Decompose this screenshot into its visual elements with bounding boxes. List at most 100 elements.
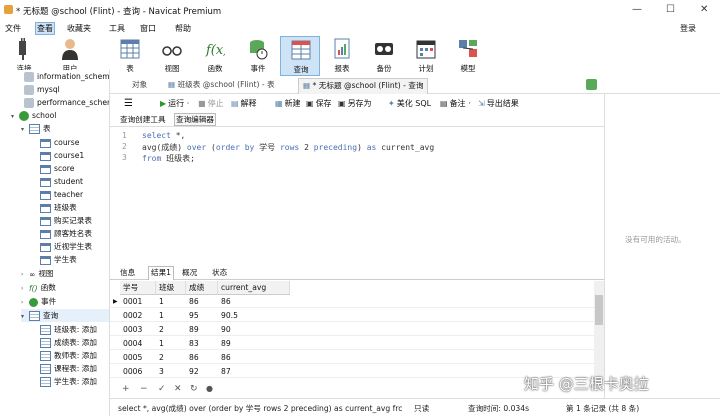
table-row[interactable]: 0003 2 89 90 bbox=[110, 323, 594, 336]
tree-item-query[interactable]: 成绩表: 添加 bbox=[40, 336, 97, 349]
tree-item-tables[interactable]: ▾ 表 bbox=[21, 122, 51, 135]
tree-item-table[interactable]: teacher bbox=[40, 188, 83, 201]
tree-item-query[interactable]: 教师表: 添加 bbox=[40, 349, 97, 362]
column-header[interactable]: 学号 bbox=[120, 281, 156, 295]
tab-untitled-query[interactable]: ▦ * 无标题 @school (Flint) - 查询 bbox=[298, 78, 429, 94]
tree-item-school[interactable]: ▾ school bbox=[11, 109, 56, 122]
table-cell[interactable]: 0006 bbox=[120, 365, 142, 378]
table-cell[interactable]: 0001 bbox=[120, 295, 142, 308]
tree-item-table[interactable]: 顾客姓名表 bbox=[40, 227, 92, 240]
scrollbar-thumb[interactable] bbox=[595, 295, 603, 325]
column-header[interactable]: 班级 bbox=[156, 281, 186, 295]
column-header[interactable]: 成绩 bbox=[186, 281, 218, 295]
table-cell[interactable]: 83 bbox=[186, 337, 199, 350]
maximize-button[interactable]: ☐ bbox=[666, 4, 675, 15]
tree-item-events[interactable]: › 事件 bbox=[21, 295, 56, 308]
save-button[interactable]: ▣ 保存 bbox=[306, 97, 332, 110]
result-grid[interactable]: 学号 班级 成绩 current_avg ▶ 0001 1 86 86 0002… bbox=[110, 281, 594, 381]
toolbar-report-button[interactable]: 报表 bbox=[322, 36, 362, 76]
tree-item-table[interactable]: course bbox=[40, 136, 79, 149]
table-cell[interactable]: 89 bbox=[186, 323, 199, 336]
tree-item-views[interactable]: › ∞ 视图 bbox=[21, 267, 54, 280]
refresh-icon[interactable]: ↻ bbox=[190, 384, 198, 394]
table-cell[interactable]: 0004 bbox=[120, 337, 142, 350]
table-cell[interactable]: 86 bbox=[186, 351, 199, 364]
sql-editor[interactable]: 1 select *, 2 avg(成绩) over (order by 学号 … bbox=[110, 126, 604, 262]
table-cell[interactable]: 92 bbox=[186, 365, 199, 378]
table-cell[interactable]: 86 bbox=[186, 295, 199, 308]
table-row[interactable]: 0006 3 92 87 bbox=[110, 365, 594, 378]
expand-icon[interactable]: › bbox=[21, 296, 29, 309]
menu-hamburger-icon[interactable]: ☰ bbox=[124, 97, 133, 110]
tree-item-table[interactable]: student bbox=[40, 175, 83, 188]
tree-item-query[interactable]: 课程表: 添加 bbox=[40, 362, 97, 375]
tab-objects[interactable]: 对象 bbox=[128, 78, 151, 94]
expand-icon[interactable]: › bbox=[21, 268, 29, 281]
table-cell[interactable]: 86 bbox=[218, 295, 231, 308]
toolbar-view-button[interactable]: 视图 bbox=[152, 36, 192, 76]
tree-item-table[interactable]: 购买记录表 bbox=[40, 214, 92, 227]
table-row[interactable]: 0004 1 83 89 bbox=[110, 337, 594, 350]
tree-item-table[interactable]: 班级表 bbox=[40, 201, 77, 214]
table-cell[interactable]: 1 bbox=[156, 337, 164, 350]
tree-item-query[interactable]: 学生表: 添加 bbox=[40, 375, 97, 388]
toolbar-event-button[interactable]: 事件 bbox=[238, 36, 278, 76]
tree-item-table[interactable]: 近视学生表 bbox=[40, 240, 92, 253]
table-cell[interactable]: 0005 bbox=[120, 351, 142, 364]
toolbar-schedule-button[interactable]: 计划 bbox=[406, 36, 446, 76]
add-tab-icon[interactable] bbox=[586, 79, 597, 90]
tab-query-builder[interactable]: 查询创建工具 bbox=[120, 114, 166, 125]
tree-item-database[interactable]: information_schema bbox=[24, 70, 109, 83]
table-cell[interactable]: 90.5 bbox=[218, 309, 238, 322]
collapse-icon[interactable]: ▾ bbox=[21, 123, 29, 136]
tree-item-table[interactable]: 学生表 bbox=[40, 253, 77, 266]
menu-view[interactable]: 查看 bbox=[35, 22, 55, 35]
table-row[interactable]: 0005 2 86 86 bbox=[110, 351, 594, 364]
table-cell[interactable]: 0002 bbox=[120, 309, 142, 322]
table-cell[interactable]: 2 bbox=[156, 323, 164, 336]
tree-item-query[interactable]: 班级表: 添加 bbox=[40, 323, 97, 336]
menu-file[interactable]: 文件 bbox=[5, 23, 21, 34]
menu-help[interactable]: 帮助 bbox=[175, 23, 191, 34]
table-cell[interactable]: 0003 bbox=[120, 323, 142, 336]
delete-record-icon[interactable]: − bbox=[140, 384, 148, 394]
tree-item-queries[interactable]: ▾ 查询 bbox=[21, 309, 109, 323]
login-link[interactable]: 登录 bbox=[680, 23, 696, 34]
apply-icon[interactable]: ✓ bbox=[158, 384, 166, 394]
tree-item-database[interactable]: performance_schema bbox=[24, 96, 109, 109]
toolbar-query-button[interactable]: 查询 bbox=[280, 36, 320, 76]
stop-button[interactable]: ■ 停止 bbox=[198, 97, 224, 110]
export-result-button[interactable]: ⇲ 导出结果 bbox=[478, 97, 519, 110]
collapse-icon[interactable]: ▾ bbox=[11, 110, 19, 123]
add-record-icon[interactable]: + bbox=[122, 384, 130, 394]
collapse-icon[interactable]: ▾ bbox=[21, 310, 29, 323]
menu-window[interactable]: 窗口 bbox=[140, 23, 156, 34]
grid-scrollbar[interactable] bbox=[594, 281, 604, 381]
table-cell[interactable]: 90 bbox=[218, 323, 231, 336]
beautify-sql-button[interactable]: ✦ 美化 SQL bbox=[388, 97, 431, 110]
table-cell[interactable]: 3 bbox=[156, 365, 164, 378]
expand-icon[interactable]: › bbox=[21, 282, 29, 295]
tree-item-table[interactable]: course1 bbox=[40, 149, 84, 162]
tab-profile[interactable]: 概况 bbox=[180, 267, 199, 278]
column-header[interactable]: current_avg bbox=[218, 281, 290, 295]
cancel-icon[interactable]: ✕ bbox=[174, 384, 182, 394]
toolbar-table-button[interactable]: 表 bbox=[110, 36, 150, 76]
table-cell[interactable]: 87 bbox=[218, 365, 231, 378]
toolbar-model-button[interactable]: 模型 bbox=[448, 36, 488, 76]
explain-button[interactable]: ▤ 解释 bbox=[231, 97, 257, 110]
menu-tools[interactable]: 工具 bbox=[109, 23, 125, 34]
minimize-button[interactable]: — bbox=[632, 4, 642, 15]
table-cell[interactable]: 86 bbox=[218, 351, 231, 364]
table-row[interactable]: ▶ 0001 1 86 86 bbox=[110, 295, 594, 308]
table-cell[interactable]: 95 bbox=[186, 309, 199, 322]
save-as-button[interactable]: ▣ 另存为 bbox=[338, 97, 372, 110]
tab-result1[interactable]: 结果1 bbox=[148, 266, 175, 280]
table-cell[interactable]: 1 bbox=[156, 295, 164, 308]
note-button[interactable]: ▤ 备注 · bbox=[440, 97, 471, 110]
menu-favorites[interactable]: 收藏夹 bbox=[67, 23, 91, 34]
tab-query-editor[interactable]: 查询编辑器 bbox=[174, 113, 216, 126]
stop-icon[interactable]: ● bbox=[206, 384, 213, 393]
toolbar-backup-button[interactable]: 备份 bbox=[364, 36, 404, 76]
tree-item-functions[interactable]: › f() 函数 bbox=[21, 281, 56, 294]
